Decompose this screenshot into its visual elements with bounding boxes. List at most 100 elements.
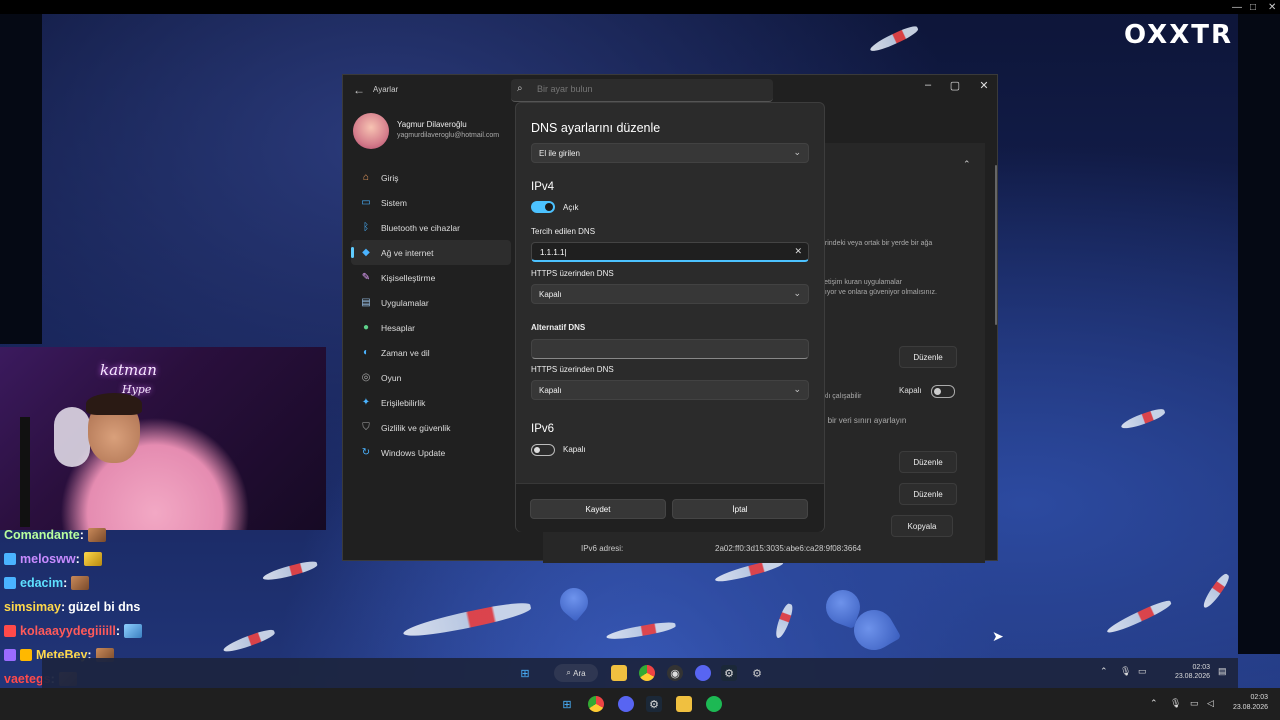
search-input[interactable] xyxy=(535,83,759,95)
settings-icon[interactable]: ⚙ xyxy=(749,665,765,681)
neon-sign: katman xyxy=(100,361,157,379)
discord-icon[interactable] xyxy=(695,665,711,681)
ipv6-toggle[interactable] xyxy=(531,444,555,456)
file-explorer-icon[interactable] xyxy=(676,696,692,712)
tray-date: 23.08.2026 xyxy=(1174,673,1210,680)
emote-icon xyxy=(87,528,106,542)
cancel-button[interactable]: İptal xyxy=(672,499,808,519)
sidebar-item-label: Oyun xyxy=(381,372,402,383)
chat-username: kolaaayydegiiiill xyxy=(20,624,116,638)
gamepad-icon: ◎ xyxy=(361,372,371,383)
maximize-icon[interactable]: □ xyxy=(1250,2,1256,13)
windows-start-icon[interactable]: ⊞ xyxy=(559,696,575,712)
sidebar-item-gaming[interactable]: ◎ Oyun xyxy=(351,365,511,390)
microphone-icon[interactable]: 🎙 xyxy=(1120,666,1131,677)
maximize-icon[interactable]: ▢ xyxy=(945,79,965,92)
bluetooth-icon: ᛒ xyxy=(363,222,369,233)
sidebar-item-time-language[interactable]: ◐ Zaman ve dil xyxy=(351,340,511,365)
tray-chevron-icon[interactable]: ⌃ xyxy=(1150,698,1158,709)
emote-icon xyxy=(71,576,90,590)
dns-mode-dropdown[interactable]: El ile girilen ⌄ xyxy=(531,143,809,163)
webcam-overlay: katman Hype xyxy=(0,347,326,530)
file-explorer-icon[interactable] xyxy=(611,665,627,681)
taskbar-search[interactable]: ⌕ Ara xyxy=(554,664,598,682)
emote-icon xyxy=(83,552,102,566)
dropdown-value: Kapalı xyxy=(539,386,562,395)
edit-button[interactable]: Düzenle xyxy=(899,483,957,505)
sidebar-item-label: Sistem xyxy=(381,197,407,208)
settings-search[interactable]: ⌕ xyxy=(511,79,773,102)
preferred-dns-field[interactable]: ✕ xyxy=(531,242,809,262)
chrome-icon[interactable] xyxy=(639,665,655,681)
sidebar-item-bluetooth[interactable]: ᛒ Bluetooth ve cihazlar xyxy=(351,215,511,240)
network-icon[interactable]: ▭ xyxy=(1138,666,1147,677)
steam-icon[interactable]: ⚙ xyxy=(646,696,662,712)
scrollbar[interactable] xyxy=(995,165,997,325)
copy-button[interactable]: Kopyala xyxy=(891,515,953,537)
accessibility-icon: ✦ xyxy=(361,397,371,408)
close-icon[interactable]: ✕ xyxy=(1268,2,1276,13)
alternate-dns-field[interactable] xyxy=(531,339,809,359)
badge-icon xyxy=(20,649,32,661)
search-icon: ⌕ xyxy=(566,668,574,677)
https-dns-dropdown[interactable]: Kapalı ⌄ xyxy=(531,284,809,304)
outer-taskbar xyxy=(0,688,1280,720)
network-icon[interactable]: ▭ xyxy=(1190,698,1199,709)
monitor-icon: ▭ xyxy=(361,197,371,208)
microphone-icon[interactable]: 🎙 xyxy=(1170,698,1181,709)
background-text: n bir veri sınırı ayarlayın xyxy=(821,416,907,425)
sidebar-item-accessibility[interactable]: ✦ Erişilebilirlik xyxy=(351,390,511,415)
chrome-icon[interactable] xyxy=(588,696,604,712)
badge-icon xyxy=(4,577,16,589)
chevron-down-icon: ⌄ xyxy=(793,288,801,298)
sidebar-item-home[interactable]: ⌂ Giriş xyxy=(351,165,511,190)
preferred-dns-input[interactable] xyxy=(538,247,782,258)
back-arrow-icon[interactable]: ← xyxy=(353,83,365,97)
chat-message: kolaaayydegiiiill : xyxy=(4,624,143,638)
sidebar-item-privacy[interactable]: ⛉ Gizlilik ve güvenlik xyxy=(351,415,511,440)
minimize-icon[interactable]: – xyxy=(918,79,938,91)
notification-icon[interactable]: ▤ xyxy=(1218,666,1227,677)
edit-button[interactable]: Düzenle xyxy=(899,346,957,368)
minimize-icon[interactable]: — xyxy=(1232,2,1242,13)
chevron-up-icon[interactable]: ⌃ xyxy=(963,159,971,170)
save-button[interactable]: Kaydet xyxy=(530,499,666,519)
apps-icon: ▤ xyxy=(361,297,371,308)
https-dns-dropdown[interactable]: Kapalı ⌄ xyxy=(531,380,809,400)
volume-icon[interactable]: ◁ xyxy=(1207,698,1214,709)
close-icon[interactable]: ✕ xyxy=(974,79,994,92)
globe-clock-icon: ◐ xyxy=(362,347,370,358)
chevron-down-icon: ⌄ xyxy=(793,384,801,394)
person-icon: ● xyxy=(362,322,370,333)
sidebar-item-system[interactable]: ▭ Sistem xyxy=(351,190,511,215)
steam-icon[interactable]: ⚙ xyxy=(721,665,737,681)
avatar[interactable] xyxy=(353,113,389,149)
sidebar-item-apps[interactable]: ▤ Uygulamalar xyxy=(351,290,511,315)
alternate-dns-input[interactable] xyxy=(538,344,782,355)
left-letterbox xyxy=(0,14,42,344)
ipv4-toggle-label: Açık xyxy=(563,203,579,212)
mouse-cursor-icon: ➤ xyxy=(992,628,1004,644)
windows-start-icon[interactable]: ⊞ xyxy=(517,665,533,681)
chat-message: melosww : xyxy=(4,552,102,566)
sidebar-item-personalization[interactable]: ✎ Kişiselleştirme xyxy=(351,265,511,290)
title-bar: ← Ayarlar ⌕ – ▢ ✕ xyxy=(343,75,999,105)
metered-toggle[interactable] xyxy=(931,385,955,398)
dns-dialog: DNS ayarlarını düzenle El ile girilen ⌄ … xyxy=(515,102,825,532)
obs-icon[interactable]: ◉ xyxy=(667,665,683,681)
spotify-icon[interactable] xyxy=(706,696,722,712)
chat-username: edacim xyxy=(20,576,64,590)
sidebar-item-accounts[interactable]: ● Hesaplar xyxy=(351,315,511,340)
ipv4-toggle[interactable] xyxy=(531,201,555,213)
clear-icon[interactable]: ✕ xyxy=(794,246,802,257)
metered-toggle-label: Kapalı xyxy=(899,386,922,395)
sidebar-item-windows-update[interactable]: ↻ Windows Update xyxy=(351,440,511,465)
tray-chevron-icon[interactable]: ⌃ xyxy=(1100,666,1108,677)
home-icon: ⌂ xyxy=(362,172,370,183)
profile-email: yagmurdilaveroglu@hotmail.com xyxy=(397,132,500,139)
alternate-dns-label: Alternatif DNS xyxy=(531,323,586,332)
sidebar-item-label: Uygulamalar xyxy=(381,297,429,308)
sidebar-item-network[interactable]: ◆ Ağ ve internet xyxy=(351,240,511,265)
edit-button[interactable]: Düzenle xyxy=(899,451,957,473)
discord-icon[interactable] xyxy=(618,696,634,712)
